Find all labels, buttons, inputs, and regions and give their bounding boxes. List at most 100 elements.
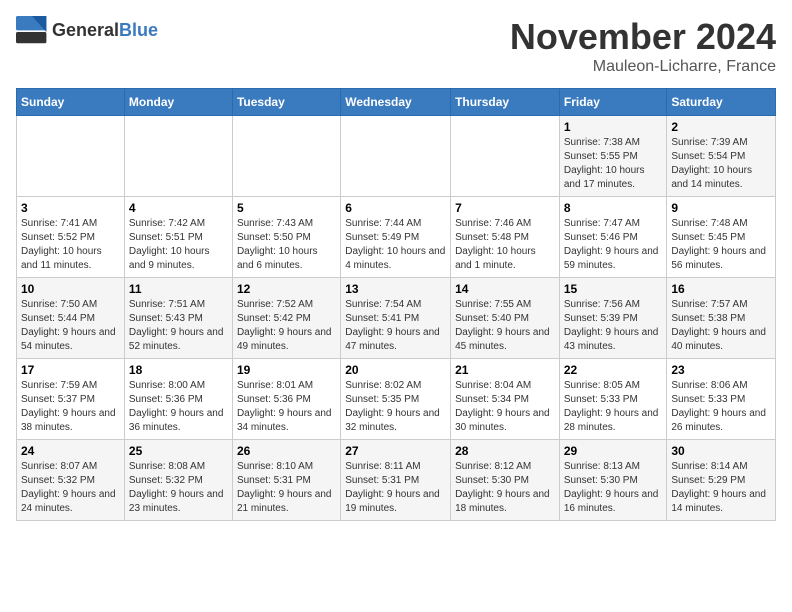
calendar-cell bbox=[341, 116, 451, 197]
location-title: Mauleon-Licharre, France bbox=[510, 58, 776, 76]
day-info: Sunrise: 7:39 AM Sunset: 5:54 PM Dayligh… bbox=[671, 136, 771, 192]
day-number: 10 bbox=[21, 282, 120, 296]
calendar-row-4: 24 Sunrise: 8:07 AM Sunset: 5:32 PM Dayli… bbox=[17, 440, 776, 521]
day-info: Sunrise: 8:14 AM Sunset: 5:29 PM Dayligh… bbox=[671, 460, 771, 516]
logo-text-block: General Blue bbox=[52, 20, 158, 41]
day-info: Sunrise: 8:00 AM Sunset: 5:36 PM Dayligh… bbox=[129, 379, 228, 435]
header-cell-sunday: Sunday bbox=[17, 89, 125, 116]
day-number: 8 bbox=[564, 201, 663, 215]
day-number: 20 bbox=[345, 363, 446, 377]
day-number: 16 bbox=[671, 282, 771, 296]
month-title: November 2024 bbox=[510, 16, 776, 58]
calendar-row-0: 1 Sunrise: 7:38 AM Sunset: 5:55 PM Daylig… bbox=[17, 116, 776, 197]
calendar-cell: 28 Sunrise: 8:12 AM Sunset: 5:30 PM Dayli… bbox=[451, 440, 560, 521]
day-info: Sunrise: 8:13 AM Sunset: 5:30 PM Dayligh… bbox=[564, 460, 663, 516]
calendar-cell: 15 Sunrise: 7:56 AM Sunset: 5:39 PM Dayli… bbox=[559, 278, 667, 359]
day-info: Sunrise: 7:50 AM Sunset: 5:44 PM Dayligh… bbox=[21, 298, 120, 354]
calendar-table: SundayMondayTuesdayWednesdayThursdayFrid… bbox=[16, 88, 776, 521]
day-info: Sunrise: 8:10 AM Sunset: 5:31 PM Dayligh… bbox=[237, 460, 336, 516]
day-number: 5 bbox=[237, 201, 336, 215]
day-number: 24 bbox=[21, 444, 120, 458]
day-number: 28 bbox=[455, 444, 555, 458]
day-number: 1 bbox=[564, 120, 663, 134]
calendar-cell: 20 Sunrise: 8:02 AM Sunset: 5:35 PM Dayli… bbox=[341, 359, 451, 440]
day-info: Sunrise: 7:56 AM Sunset: 5:39 PM Dayligh… bbox=[564, 298, 663, 354]
calendar-cell: 24 Sunrise: 8:07 AM Sunset: 5:32 PM Dayli… bbox=[17, 440, 125, 521]
calendar-cell: 25Sunrise: 8:08 AM Sunset: 5:32 PM Dayli… bbox=[124, 440, 232, 521]
day-info: Sunrise: 7:55 AM Sunset: 5:40 PM Dayligh… bbox=[455, 298, 555, 354]
calendar-cell: 13Sunrise: 7:54 AM Sunset: 5:41 PM Dayli… bbox=[341, 278, 451, 359]
day-info: Sunrise: 8:04 AM Sunset: 5:34 PM Dayligh… bbox=[455, 379, 555, 435]
day-info: Sunrise: 8:07 AM Sunset: 5:32 PM Dayligh… bbox=[21, 460, 120, 516]
day-number: 19 bbox=[237, 363, 336, 377]
day-number: 26 bbox=[237, 444, 336, 458]
day-info: Sunrise: 7:38 AM Sunset: 5:55 PM Dayligh… bbox=[564, 136, 663, 192]
day-number: 9 bbox=[671, 201, 771, 215]
header: General Blue November 2024 Mauleon-Licha… bbox=[16, 16, 776, 76]
calendar-cell: 3 Sunrise: 7:41 AM Sunset: 5:52 PM Daylig… bbox=[17, 197, 125, 278]
header-cell-saturday: Saturday bbox=[667, 89, 776, 116]
day-info: Sunrise: 7:54 AM Sunset: 5:41 PM Dayligh… bbox=[345, 298, 446, 354]
day-info: Sunrise: 8:06 AM Sunset: 5:33 PM Dayligh… bbox=[671, 379, 771, 435]
calendar-cell: 6 Sunrise: 7:44 AM Sunset: 5:49 PM Daylig… bbox=[341, 197, 451, 278]
day-number: 29 bbox=[564, 444, 663, 458]
day-info: Sunrise: 7:57 AM Sunset: 5:38 PM Dayligh… bbox=[671, 298, 771, 354]
calendar-cell bbox=[17, 116, 125, 197]
day-number: 30 bbox=[671, 444, 771, 458]
day-info: Sunrise: 8:01 AM Sunset: 5:36 PM Dayligh… bbox=[237, 379, 336, 435]
calendar-cell: 9 Sunrise: 7:48 AM Sunset: 5:45 PM Daylig… bbox=[667, 197, 776, 278]
day-info: Sunrise: 7:42 AM Sunset: 5:51 PM Dayligh… bbox=[129, 217, 228, 273]
day-number: 12 bbox=[237, 282, 336, 296]
logo-blue: Blue bbox=[119, 20, 158, 41]
day-info: Sunrise: 8:05 AM Sunset: 5:33 PM Dayligh… bbox=[564, 379, 663, 435]
calendar-cell: 16 Sunrise: 7:57 AM Sunset: 5:38 PM Dayli… bbox=[667, 278, 776, 359]
calendar-cell: 22Sunrise: 8:05 AM Sunset: 5:33 PM Dayli… bbox=[559, 359, 667, 440]
day-info: Sunrise: 8:11 AM Sunset: 5:31 PM Dayligh… bbox=[345, 460, 446, 516]
day-number: 27 bbox=[345, 444, 446, 458]
calendar-cell bbox=[232, 116, 340, 197]
calendar-row-1: 3 Sunrise: 7:41 AM Sunset: 5:52 PM Daylig… bbox=[17, 197, 776, 278]
calendar-row-2: 10 Sunrise: 7:50 AM Sunset: 5:44 PM Dayli… bbox=[17, 278, 776, 359]
day-number: 3 bbox=[21, 201, 120, 215]
logo: General Blue bbox=[16, 16, 158, 44]
day-number: 11 bbox=[129, 282, 228, 296]
day-info: Sunrise: 7:41 AM Sunset: 5:52 PM Dayligh… bbox=[21, 217, 120, 273]
calendar-cell: 8Sunrise: 7:47 AM Sunset: 5:46 PM Daylig… bbox=[559, 197, 667, 278]
calendar-cell: 14Sunrise: 7:55 AM Sunset: 5:40 PM Dayli… bbox=[451, 278, 560, 359]
calendar-cell: 12 Sunrise: 7:52 AM Sunset: 5:42 PM Dayli… bbox=[232, 278, 340, 359]
calendar-cell bbox=[124, 116, 232, 197]
header-cell-tuesday: Tuesday bbox=[232, 89, 340, 116]
calendar-cell bbox=[451, 116, 560, 197]
day-info: Sunrise: 7:48 AM Sunset: 5:45 PM Dayligh… bbox=[671, 217, 771, 273]
day-number: 6 bbox=[345, 201, 446, 215]
day-number: 4 bbox=[129, 201, 228, 215]
day-info: Sunrise: 7:52 AM Sunset: 5:42 PM Dayligh… bbox=[237, 298, 336, 354]
day-number: 15 bbox=[564, 282, 663, 296]
calendar-body: 1 Sunrise: 7:38 AM Sunset: 5:55 PM Daylig… bbox=[17, 116, 776, 521]
calendar-cell: 30 Sunrise: 8:14 AM Sunset: 5:29 PM Dayli… bbox=[667, 440, 776, 521]
calendar-header-row: SundayMondayTuesdayWednesdayThursdayFrid… bbox=[17, 89, 776, 116]
calendar-cell: 17Sunrise: 7:59 AM Sunset: 5:37 PM Dayli… bbox=[17, 359, 125, 440]
calendar-cell: 1 Sunrise: 7:38 AM Sunset: 5:55 PM Daylig… bbox=[559, 116, 667, 197]
calendar-cell: 29 Sunrise: 8:13 AM Sunset: 5:30 PM Dayli… bbox=[559, 440, 667, 521]
day-info: Sunrise: 7:43 AM Sunset: 5:50 PM Dayligh… bbox=[237, 217, 336, 273]
header-cell-wednesday: Wednesday bbox=[341, 89, 451, 116]
header-cell-thursday: Thursday bbox=[451, 89, 560, 116]
logo-icon bbox=[16, 16, 48, 44]
calendar-cell: 23Sunrise: 8:06 AM Sunset: 5:33 PM Dayli… bbox=[667, 359, 776, 440]
day-number: 25 bbox=[129, 444, 228, 458]
day-number: 21 bbox=[455, 363, 555, 377]
calendar-cell: 21 Sunrise: 8:04 AM Sunset: 5:34 PM Dayli… bbox=[451, 359, 560, 440]
calendar-row-3: 17Sunrise: 7:59 AM Sunset: 5:37 PM Dayli… bbox=[17, 359, 776, 440]
day-info: Sunrise: 7:44 AM Sunset: 5:49 PM Dayligh… bbox=[345, 217, 446, 273]
day-number: 2 bbox=[671, 120, 771, 134]
day-info: Sunrise: 7:46 AM Sunset: 5:48 PM Dayligh… bbox=[455, 217, 555, 273]
day-info: Sunrise: 8:02 AM Sunset: 5:35 PM Dayligh… bbox=[345, 379, 446, 435]
calendar-cell: 27 Sunrise: 8:11 AM Sunset: 5:31 PM Dayli… bbox=[341, 440, 451, 521]
calendar-cell: 5 Sunrise: 7:43 AM Sunset: 5:50 PM Daylig… bbox=[232, 197, 340, 278]
calendar-cell: 4 Sunrise: 7:42 AM Sunset: 5:51 PM Daylig… bbox=[124, 197, 232, 278]
header-cell-friday: Friday bbox=[559, 89, 667, 116]
day-info: Sunrise: 8:12 AM Sunset: 5:30 PM Dayligh… bbox=[455, 460, 555, 516]
calendar-cell: 26 Sunrise: 8:10 AM Sunset: 5:31 PM Dayli… bbox=[232, 440, 340, 521]
logo-general: General bbox=[52, 20, 119, 41]
